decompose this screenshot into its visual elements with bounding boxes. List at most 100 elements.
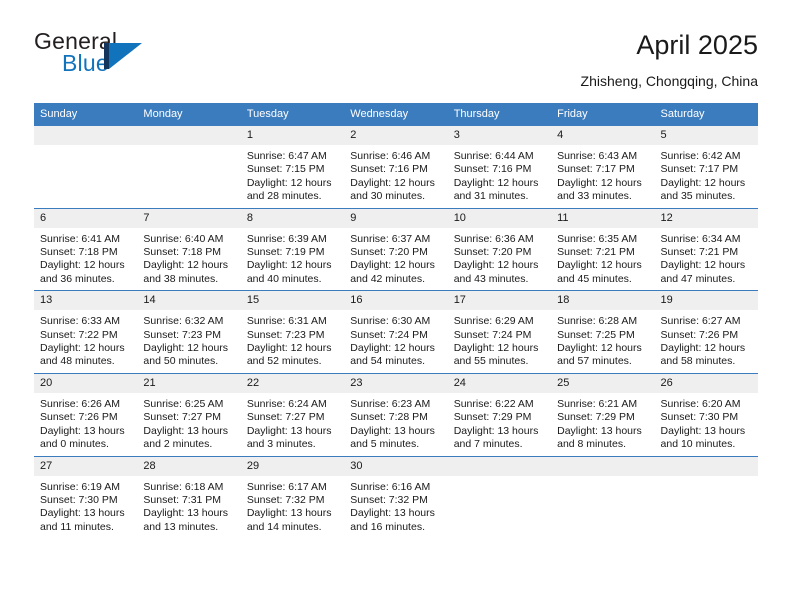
day-details: Sunrise: 6:23 AM Sunset: 7:28 PM Daylight:… xyxy=(344,393,447,456)
day-cell-8[interactable]: 8 Sunrise: 6:39 AM Sunset: 7:19 PM Daylight… xyxy=(240,207,345,291)
day-details: Sunrise: 6:32 AM Sunset: 7:23 PM Daylight:… xyxy=(137,310,240,373)
day-cell-1[interactable]: 1 Sunrise: 6:47 AM Sunset: 7:15 PM Daylight… xyxy=(240,125,345,209)
day-cell-2[interactable]: 2 Sunrise: 6:46 AM Sunset: 7:16 PM Daylight… xyxy=(344,125,448,209)
weekday-header-monday: Monday xyxy=(137,103,241,126)
day-number: 12 xyxy=(654,208,758,228)
day-cell-5[interactable]: 5 Sunrise: 6:42 AM Sunset: 7:17 PM Daylight… xyxy=(654,125,758,209)
day-details: Sunrise: 6:31 AM Sunset: 7:23 PM Daylight:… xyxy=(241,310,344,373)
day-details: Sunrise: 6:34 AM Sunset: 7:21 PM Daylight:… xyxy=(655,228,758,291)
day-cell-17[interactable]: 17 Sunrise: 6:29 AM Sunset: 7:24 PM Dayligh… xyxy=(447,290,552,374)
daylight-text: and 58 minutes. xyxy=(660,355,736,368)
day-cell-15[interactable]: 15 Sunrise: 6:31 AM Sunset: 7:23 PM Dayligh… xyxy=(240,290,345,374)
calendar-week-row: 27 Sunrise: 6:19 AM Sunset: 7:30 PM Dayligh… xyxy=(34,455,758,539)
sunset-text: Sunset: 7:21 PM xyxy=(557,246,635,259)
calendar-week-row: 1 Sunrise: 6:47 AM Sunset: 7:15 PM Daylight… xyxy=(34,125,758,209)
day-cell-30[interactable]: 30 Sunrise: 6:16 AM Sunset: 7:32 PM Dayligh… xyxy=(344,455,448,539)
day-number xyxy=(447,456,552,476)
daylight-text: and 52 minutes. xyxy=(246,355,322,368)
sunset-text: Sunset: 7:32 PM xyxy=(246,493,325,506)
day-number: 5 xyxy=(654,126,758,145)
general-blue-logo[interactable]: General Blue xyxy=(34,28,174,84)
day-details: Sunrise: 6:42 AM Sunset: 7:17 PM Daylight:… xyxy=(655,145,758,208)
calendar-page: General Blue April 2025 Zhisheng, Chongq… xyxy=(0,0,792,612)
day-number: 10 xyxy=(447,208,552,228)
daylight-text: Daylight: 13 hours xyxy=(246,424,332,437)
sunrise-text: Sunrise: 6:25 AM xyxy=(143,397,224,410)
day-cell-7[interactable]: 7 Sunrise: 6:40 AM Sunset: 7:18 PM Daylight… xyxy=(137,207,241,291)
sunrise-text: Sunrise: 6:16 AM xyxy=(350,480,431,493)
calendar-week-row: 20 Sunrise: 6:26 AM Sunset: 7:26 PM Dayligh… xyxy=(34,372,758,456)
daylight-text: and 45 minutes. xyxy=(557,272,632,285)
day-cell-21[interactable]: 21 Sunrise: 6:25 AM Sunset: 7:27 PM Dayligh… xyxy=(137,372,241,456)
day-number: 1 xyxy=(240,126,345,145)
day-number: 15 xyxy=(240,291,345,311)
day-details: Sunrise: 6:28 AM Sunset: 7:25 PM Daylight:… xyxy=(551,310,654,373)
day-cell-19[interactable]: 19 Sunrise: 6:27 AM Sunset: 7:26 PM Dayligh… xyxy=(654,290,758,374)
daylight-text: Daylight: 13 hours xyxy=(246,507,332,520)
daylight-text: and 50 minutes. xyxy=(143,355,219,368)
daylight-text: and 57 minutes. xyxy=(557,355,632,368)
sunset-text: Sunset: 7:17 PM xyxy=(660,163,739,176)
daylight-text: Daylight: 12 hours xyxy=(246,342,332,355)
day-cell-9[interactable]: 9 Sunrise: 6:37 AM Sunset: 7:20 PM Daylight… xyxy=(344,207,448,291)
daylight-text: Daylight: 12 hours xyxy=(453,342,539,355)
day-details: Sunrise: 6:16 AM Sunset: 7:32 PM Daylight:… xyxy=(344,476,447,539)
daylight-text: and 8 minutes. xyxy=(557,438,626,451)
weekday-header-sunday: Sunday xyxy=(34,103,138,126)
daylight-text: and 2 minutes. xyxy=(143,438,213,451)
day-cell-12[interactable]: 12 Sunrise: 6:34 AM Sunset: 7:21 PM Dayligh… xyxy=(654,207,758,291)
day-cell-empty xyxy=(447,455,552,539)
day-cell-16[interactable]: 16 Sunrise: 6:30 AM Sunset: 7:24 PM Dayligh… xyxy=(344,290,448,374)
day-details: Sunrise: 6:30 AM Sunset: 7:24 PM Daylight:… xyxy=(344,310,447,373)
day-cell-13[interactable]: 13 Sunrise: 6:33 AM Sunset: 7:22 PM Dayligh… xyxy=(34,290,138,374)
day-number: 3 xyxy=(447,126,552,145)
weekday-header-saturday: Saturday xyxy=(654,103,758,126)
day-number: 11 xyxy=(551,208,655,228)
daylight-text: Daylight: 13 hours xyxy=(40,507,125,520)
daylight-text: Daylight: 13 hours xyxy=(40,424,125,437)
daylight-text: Daylight: 12 hours xyxy=(246,176,332,189)
day-number: 14 xyxy=(137,291,241,311)
day-cell-3[interactable]: 3 Sunrise: 6:44 AM Sunset: 7:16 PM Daylight… xyxy=(447,125,552,209)
sunrise-text: Sunrise: 6:41 AM xyxy=(40,232,120,245)
day-cell-4[interactable]: 4 Sunrise: 6:43 AM Sunset: 7:17 PM Daylight… xyxy=(551,125,655,209)
day-details: Sunrise: 6:22 AM Sunset: 7:29 PM Daylight:… xyxy=(448,393,551,456)
day-cell-26[interactable]: 26 Sunrise: 6:20 AM Sunset: 7:30 PM Dayligh… xyxy=(654,372,758,456)
day-cell-27[interactable]: 27 Sunrise: 6:19 AM Sunset: 7:30 PM Dayligh… xyxy=(34,455,138,539)
day-cell-24[interactable]: 24 Sunrise: 6:22 AM Sunset: 7:29 PM Dayligh… xyxy=(447,372,552,456)
daylight-text: and 42 minutes. xyxy=(350,272,425,285)
day-cell-23[interactable]: 23 Sunrise: 6:23 AM Sunset: 7:28 PM Dayligh… xyxy=(344,372,448,456)
day-cell-6[interactable]: 6 Sunrise: 6:41 AM Sunset: 7:18 PM Daylight… xyxy=(34,207,138,291)
daylight-text: Daylight: 13 hours xyxy=(660,424,746,437)
day-cell-10[interactable]: 10 Sunrise: 6:36 AM Sunset: 7:20 PM Dayligh… xyxy=(447,207,552,291)
day-cell-20[interactable]: 20 Sunrise: 6:26 AM Sunset: 7:26 PM Dayligh… xyxy=(34,372,138,456)
sunset-text: Sunset: 7:28 PM xyxy=(350,411,428,424)
daylight-text: and 36 minutes. xyxy=(40,272,115,285)
sunrise-text: Sunrise: 6:31 AM xyxy=(246,315,327,328)
sunset-text: Sunset: 7:26 PM xyxy=(660,328,739,341)
daylight-text: and 35 minutes. xyxy=(660,190,736,203)
day-cell-29[interactable]: 29 Sunrise: 6:17 AM Sunset: 7:32 PM Dayligh… xyxy=(240,455,345,539)
day-cell-11[interactable]: 11 Sunrise: 6:35 AM Sunset: 7:21 PM Dayligh… xyxy=(551,207,655,291)
weekday-header-thursday: Thursday xyxy=(447,103,552,126)
day-cell-22[interactable]: 22 Sunrise: 6:24 AM Sunset: 7:27 PM Dayligh… xyxy=(240,372,345,456)
day-number: 4 xyxy=(551,126,655,145)
weekday-header-row: Sunday Monday Tuesday Wednesday Thursday Frid… xyxy=(34,103,758,126)
day-number: 17 xyxy=(447,291,552,311)
day-number: 19 xyxy=(654,291,758,311)
title-block: April 2025 Zhisheng, Chongqing, China xyxy=(581,28,758,91)
day-cell-28[interactable]: 28 Sunrise: 6:18 AM Sunset: 7:31 PM Dayligh… xyxy=(137,455,241,539)
day-number: 16 xyxy=(344,291,448,311)
day-cell-18[interactable]: 18 Sunrise: 6:28 AM Sunset: 7:25 PM Dayligh… xyxy=(551,290,655,374)
day-number: 2 xyxy=(344,126,448,145)
day-cell-14[interactable]: 14 Sunrise: 6:32 AM Sunset: 7:23 PM Dayligh… xyxy=(137,290,241,374)
day-details: Sunrise: 6:33 AM Sunset: 7:22 PM Daylight:… xyxy=(34,310,137,373)
sunrise-text: Sunrise: 6:36 AM xyxy=(453,232,534,245)
daylight-text: and 54 minutes. xyxy=(350,355,425,368)
daylight-text: Daylight: 13 hours xyxy=(350,507,435,520)
calendar-body: 1 Sunrise: 6:47 AM Sunset: 7:15 PM Daylight… xyxy=(34,125,758,539)
day-cell-25[interactable]: 25 Sunrise: 6:21 AM Sunset: 7:29 PM Dayligh… xyxy=(551,372,655,456)
daylight-text: Daylight: 12 hours xyxy=(453,259,539,272)
daylight-text: Daylight: 12 hours xyxy=(350,259,435,272)
sunrise-text: Sunrise: 6:23 AM xyxy=(350,397,431,410)
